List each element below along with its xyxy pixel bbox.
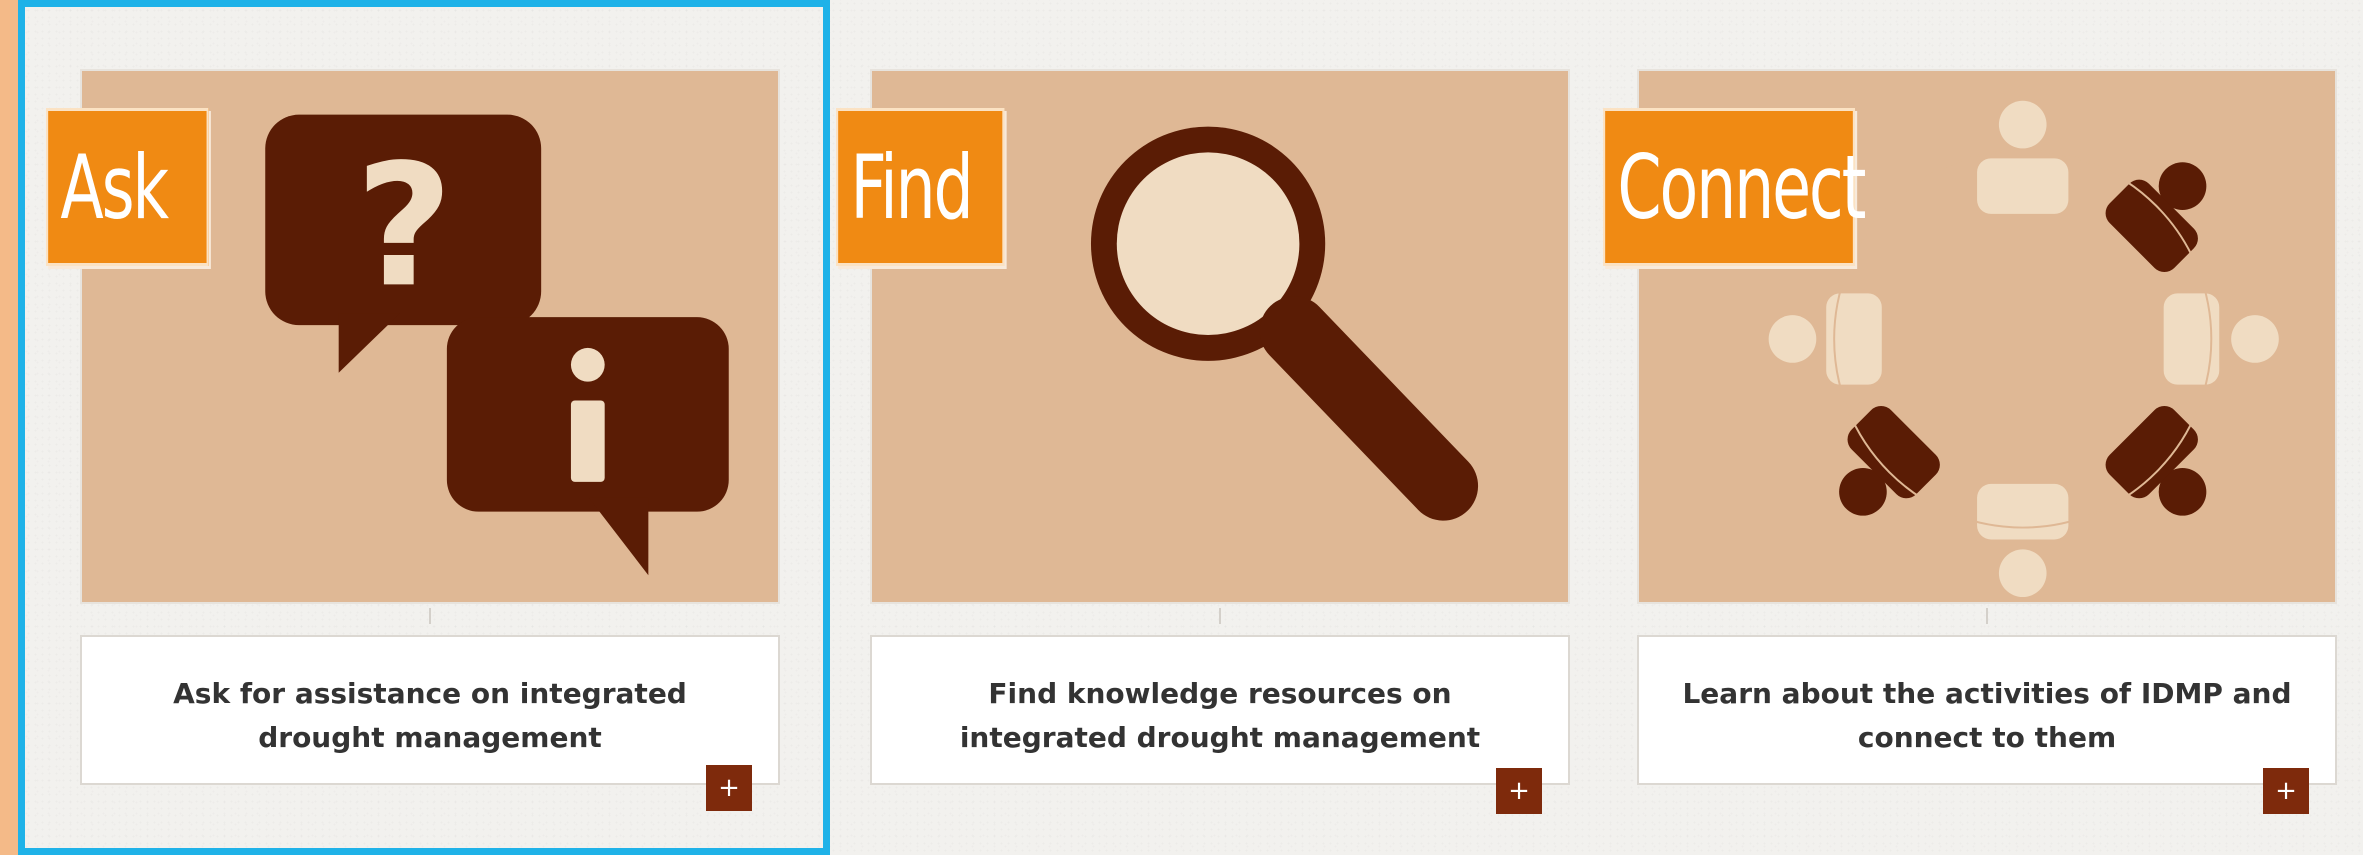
find-badge: Find bbox=[836, 108, 1005, 266]
ask-badge: Ask bbox=[46, 108, 209, 266]
ask-description-box[interactable]: Ask for assistance on integrated drought… bbox=[80, 635, 780, 785]
svg-text:?: ? bbox=[355, 127, 453, 324]
divider-tick bbox=[1986, 608, 1988, 624]
ask-description: Ask for assistance on integrated drought… bbox=[173, 677, 687, 754]
divider-tick bbox=[1219, 608, 1221, 624]
connect-description-box[interactable]: Learn about the activities of IDMP and c… bbox=[1637, 635, 2337, 785]
find-more-button[interactable]: + bbox=[1496, 768, 1542, 814]
divider-tick bbox=[429, 608, 431, 624]
find-description: Find knowledge resources on integrated d… bbox=[959, 677, 1481, 754]
connect-description: Learn about the activities of IDMP and c… bbox=[1682, 677, 2292, 754]
page: ? Ask Ask for assistance on integrated d… bbox=[0, 0, 2363, 855]
connect-more-button[interactable]: + bbox=[2263, 768, 2309, 814]
find-description-box[interactable]: Find knowledge resources on integrated d… bbox=[870, 635, 1570, 785]
connect-badge: Connect bbox=[1603, 108, 1866, 266]
ask-more-button[interactable]: + bbox=[706, 765, 752, 811]
